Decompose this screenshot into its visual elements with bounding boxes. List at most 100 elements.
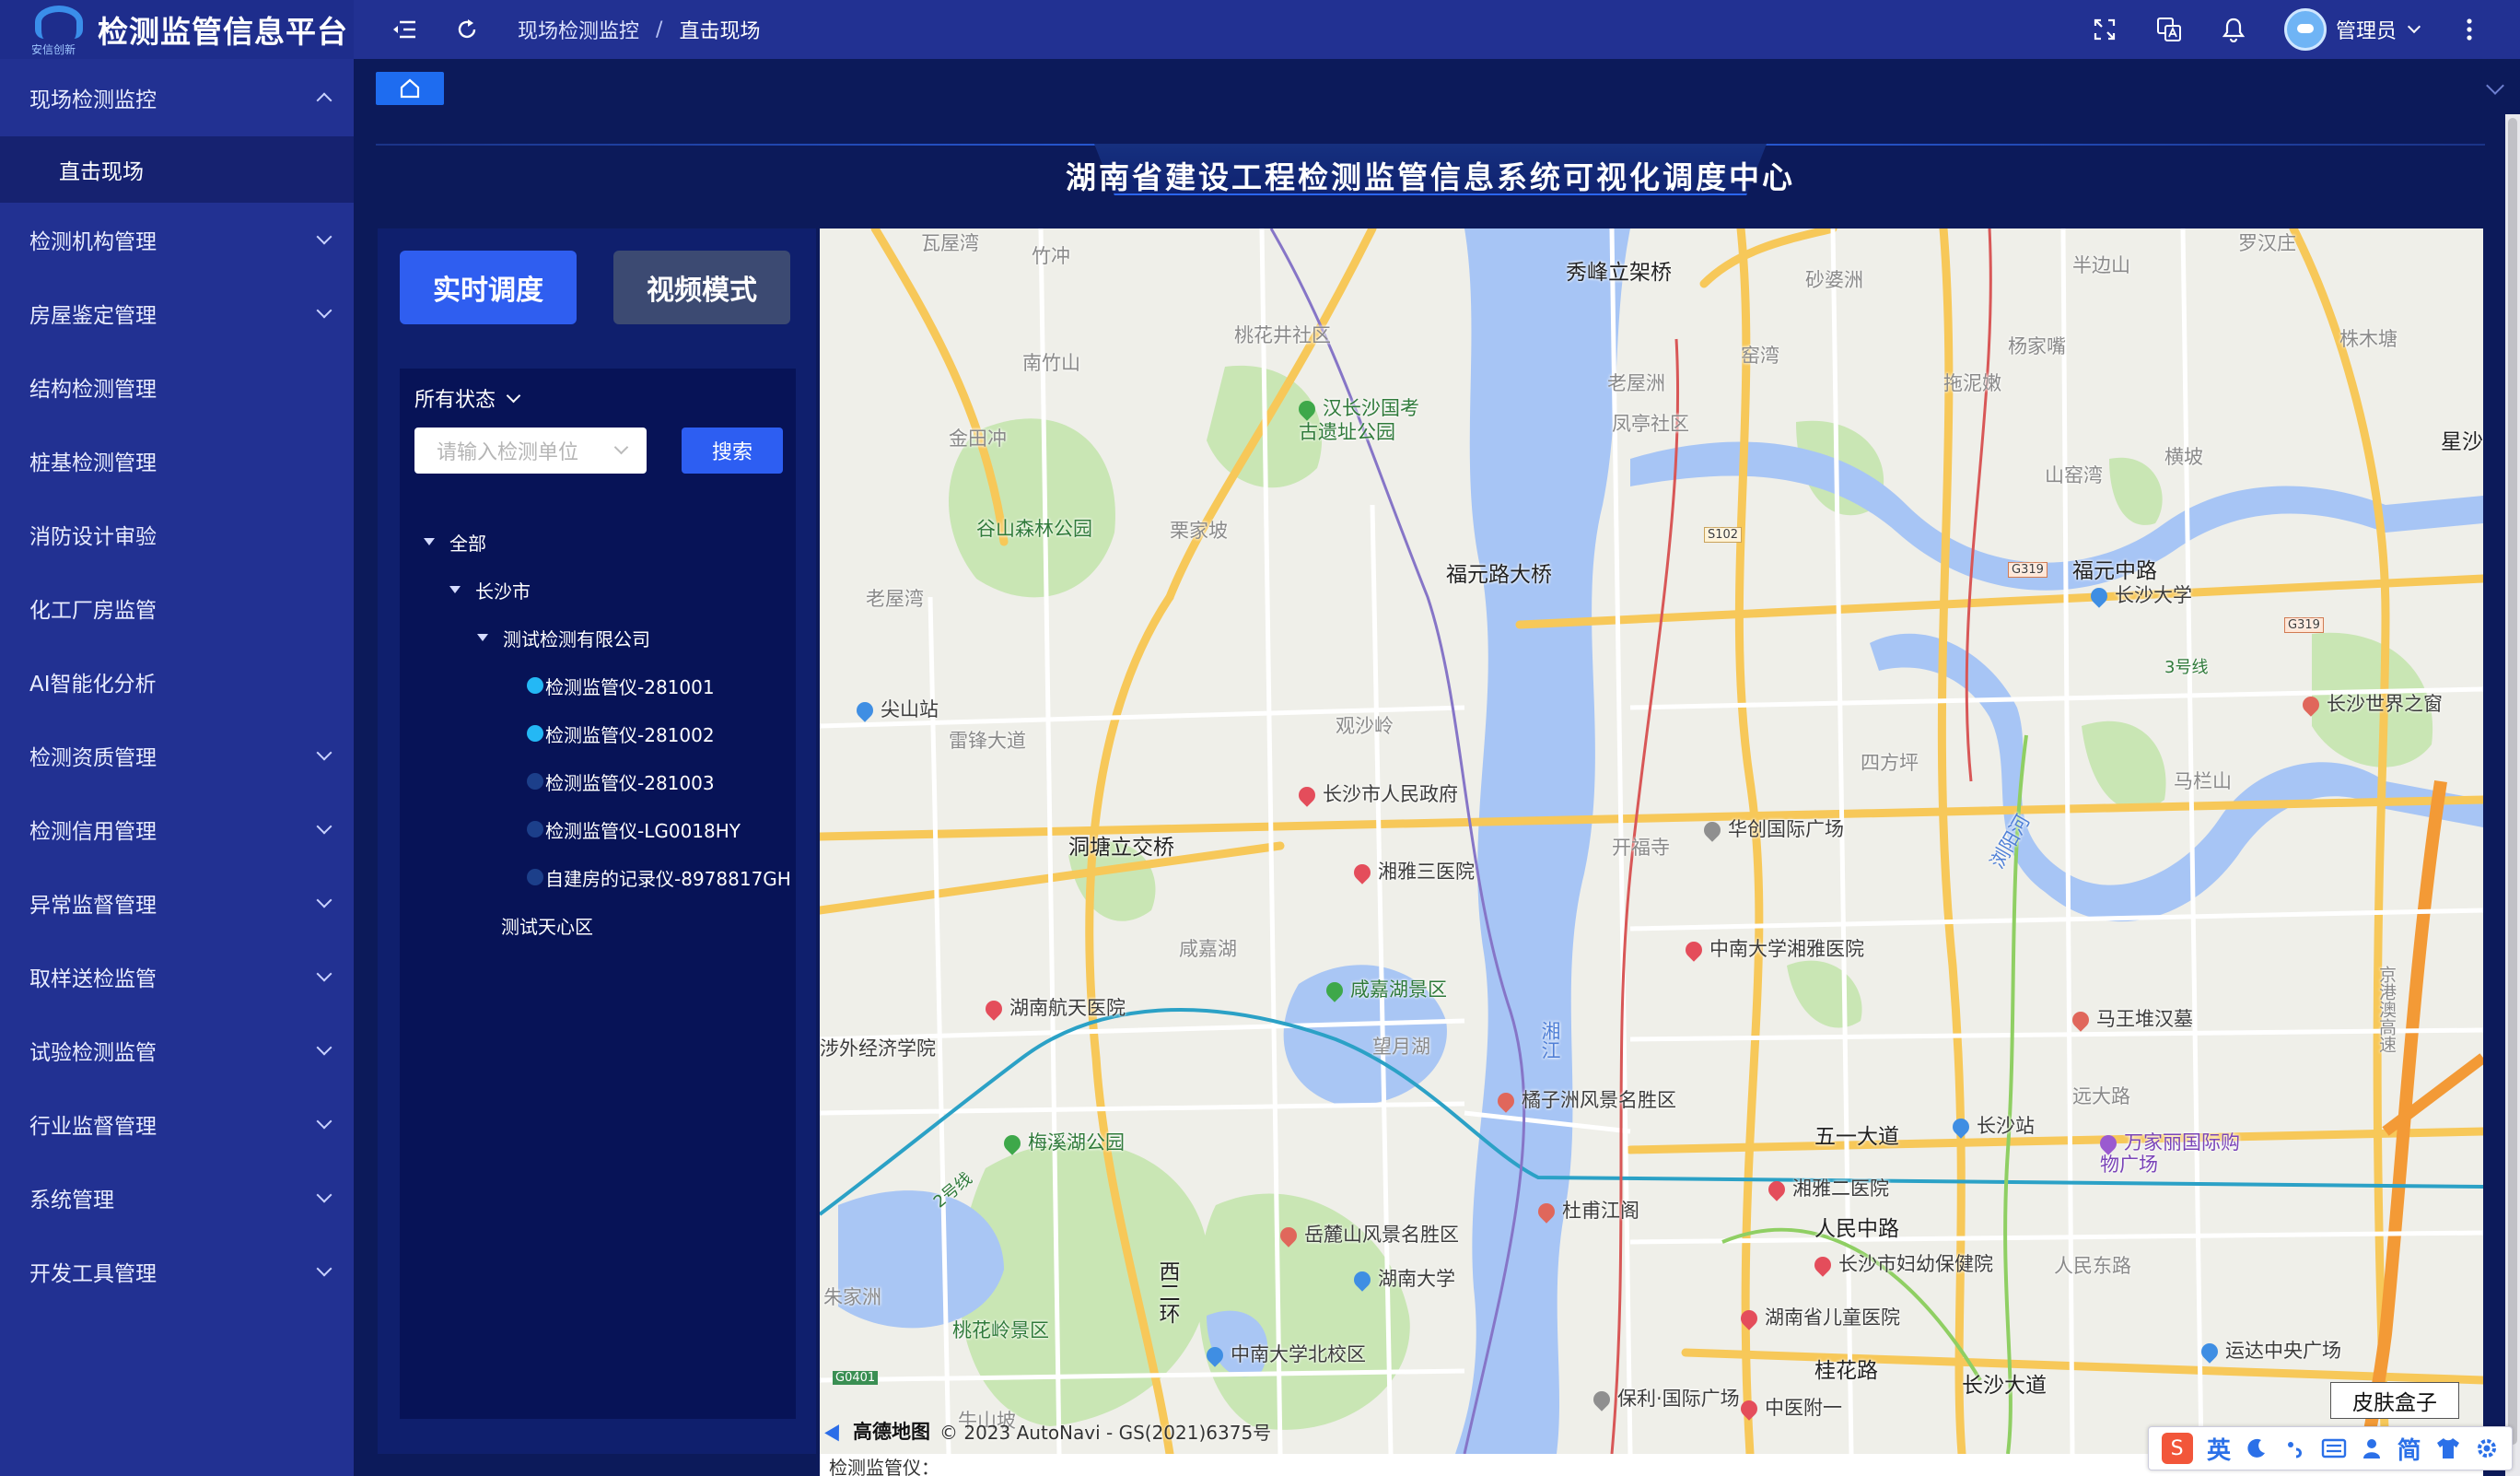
status-offline-icon [527, 773, 543, 790]
sidebar-item-label: 系统管理 [29, 1189, 114, 1212]
sidebar-item-system[interactable]: 系统管理 [0, 1161, 354, 1235]
realtime-dispatch-button[interactable]: 实时调度 [400, 251, 577, 324]
amap-logo-icon [824, 1420, 846, 1442]
chevron-down-icon [316, 892, 332, 908]
map-attribution: 高德地图 © 2023 AutoNavi - GS(2021)6375号 [824, 1417, 1271, 1445]
ime-lang-toggle[interactable]: 英 [2207, 1432, 2231, 1466]
tree-node-label: 检测监管仪-LG0018HY [545, 819, 741, 842]
logo-subtitle: 安信创新 [31, 43, 76, 56]
ime-toolbar: S 英 简 [2148, 1426, 2513, 1470]
sidebar-item-ai-analysis[interactable]: AI智能化分析 [0, 645, 354, 719]
tree-node-device[interactable]: 检测监管仪-281003 [527, 763, 715, 800]
map-poi-hospital: 湖南航天医院 [982, 993, 1126, 1021]
bell-icon[interactable] [2220, 16, 2247, 43]
map-label: 雷锋大道 [949, 730, 1026, 752]
unit-search-select[interactable]: 请输入检测单位 [414, 428, 647, 474]
tree-node-label: 测试天心区 [501, 915, 593, 938]
translate-icon[interactable] [2155, 16, 2183, 43]
avatar [2283, 8, 2327, 51]
user-icon[interactable] [2361, 1436, 2383, 1460]
chevron-down-icon [316, 966, 332, 982]
sidebar-item-lab-test[interactable]: 试验检测监管 [0, 1013, 354, 1087]
sidebar-item-label: 桩基检测管理 [29, 451, 157, 475]
tree-node-all[interactable]: 全部 [424, 523, 486, 560]
sidebar-item-chemical-plant[interactable]: 化工厂房监管 [0, 571, 354, 645]
ime-simplified-toggle[interactable]: 简 [2398, 1432, 2421, 1466]
sidebar-item-sampling[interactable]: 取样送检监管 [0, 940, 354, 1013]
chevron-down-icon [316, 302, 332, 319]
chevron-down-icon [613, 439, 629, 455]
map-label: 人民中路 [1814, 1217, 1899, 1241]
map-poi-scenic: 岳麓山风景名胜区 [1277, 1220, 1459, 1248]
moon-icon[interactable] [2245, 1436, 2269, 1460]
map-poi-scenic: 橘子洲风景名胜区 [1494, 1085, 1676, 1113]
sidebar-item-credit[interactable]: 检测信用管理 [0, 792, 354, 866]
sidebar-item-dev-tools[interactable]: 开发工具管理 [0, 1235, 354, 1308]
page-scrollbar[interactable] [2505, 114, 2520, 1476]
tree-node-device[interactable]: 自建房的记录仪-8978817GH [527, 859, 791, 896]
map-poi-park: 梅溪湖公园 [1000, 1128, 1125, 1155]
punctuation-icon[interactable] [2283, 1436, 2307, 1460]
sidebar-item-structure[interactable]: 结构检测管理 [0, 350, 354, 424]
map-poi-hospital: 中医附一 [1737, 1393, 1842, 1421]
map-poi-hospital: 中南大学湘雅医院 [1682, 934, 1864, 962]
fullscreen-icon[interactable] [2091, 16, 2118, 43]
user-name: 管理员 [2335, 20, 2397, 43]
sidebar-subitem-live-scene[interactable]: 直击现场 [0, 136, 354, 203]
top-bar: 现场检测监控 / 直击现场 管理员 [354, 0, 2520, 59]
refresh-icon[interactable] [453, 16, 481, 43]
sidebar-item-anomaly[interactable]: 异常监督管理 [0, 866, 354, 940]
breadcrumb-item[interactable]: 现场检测监控 [518, 15, 639, 44]
map-label: 株木塘 [2339, 328, 2398, 350]
park-pin-icon [1000, 1131, 1024, 1155]
skin-box-button[interactable]: 皮肤盒子 [2330, 1382, 2459, 1419]
video-mode-button[interactable]: 视频模式 [613, 251, 790, 324]
map-view[interactable]: 瓦屋湾 竹冲 秀峰立架桥 砂婆洲 半边山 罗汉庄 株木塘 桃花井社区 南竹山 汉… [820, 228, 2483, 1454]
sidebar-item-fire-design[interactable]: 消防设计审验 [0, 498, 354, 571]
tags-view [354, 59, 2520, 114]
chevron-down-icon[interactable] [2486, 76, 2504, 95]
keyboard-icon[interactable] [2321, 1437, 2347, 1459]
map-label: 老屋湾 [866, 588, 924, 610]
sidebar-item-industry[interactable]: 行业监督管理 [0, 1087, 354, 1161]
sidebar-item-label: 取样送检监管 [29, 967, 157, 991]
tree-node-company[interactable]: 测试检测有限公司 [477, 619, 650, 656]
menu-fold-icon[interactable] [391, 16, 418, 43]
tree-node-device[interactable]: 检测监管仪-281002 [527, 715, 715, 752]
status-filter-value: 所有状态 [414, 389, 496, 412]
map-provider: 高德地图 [853, 1421, 930, 1443]
park-pin-icon [1323, 978, 1347, 1002]
hospital-pin-icon [1811, 1253, 1835, 1277]
hospital-pin-icon [1682, 938, 1706, 962]
tree-node-device[interactable]: 检测监管仪-LG0018HY [527, 811, 741, 848]
map-label: 老屋洲 [1607, 372, 1665, 394]
tree-node-label: 检测监管仪-281002 [545, 723, 715, 746]
search-button[interactable]: 搜索 [682, 428, 783, 474]
ime-logo-icon[interactable]: S [2161, 1433, 2193, 1464]
sidebar-item-house-appraisal[interactable]: 房屋鉴定管理 [0, 276, 354, 350]
sidebar-item-label: 检测信用管理 [29, 820, 157, 844]
map-label: 秀峰立架桥 [1566, 261, 1672, 285]
map-label: 湘江 [1539, 1021, 1561, 1060]
user-menu[interactable]: 管理员 [2283, 8, 2421, 51]
scrollbar-thumb[interactable] [2508, 118, 2517, 1445]
sidebar-item-onsite-monitoring[interactable]: 现场检测监控 [0, 59, 354, 136]
settings-gear-icon[interactable] [2475, 1436, 2499, 1460]
school-pin-icon [2087, 584, 2111, 608]
sidebar-item-pile[interactable]: 桩基检测管理 [0, 424, 354, 498]
more-icon[interactable] [2456, 16, 2483, 43]
sidebar-item-qualification[interactable]: 检测资质管理 [0, 719, 354, 792]
tree-node-city[interactable]: 长沙市 [449, 571, 531, 608]
map-label: 桃花岭景区 [952, 1319, 1049, 1341]
sidebar-item-label: 异常监督管理 [29, 894, 157, 918]
tree-node-device[interactable]: 检测监管仪-281001 [527, 667, 715, 704]
tree-node-district[interactable]: 测试天心区 [501, 907, 593, 943]
app-title: 检测监管信息平台 [98, 14, 348, 50]
sidebar-item-agency[interactable]: 检测机构管理 [0, 203, 354, 276]
skin-shirt-icon[interactable] [2435, 1436, 2461, 1460]
map-label: 开福寺 [1612, 837, 1670, 859]
tag-home[interactable] [376, 72, 444, 105]
breadcrumb: 现场检测监控 / 直击现场 [518, 15, 760, 44]
status-filter-dropdown[interactable]: 所有状态 [414, 383, 521, 413]
map-label: 涉外经济学院 [820, 1037, 936, 1060]
